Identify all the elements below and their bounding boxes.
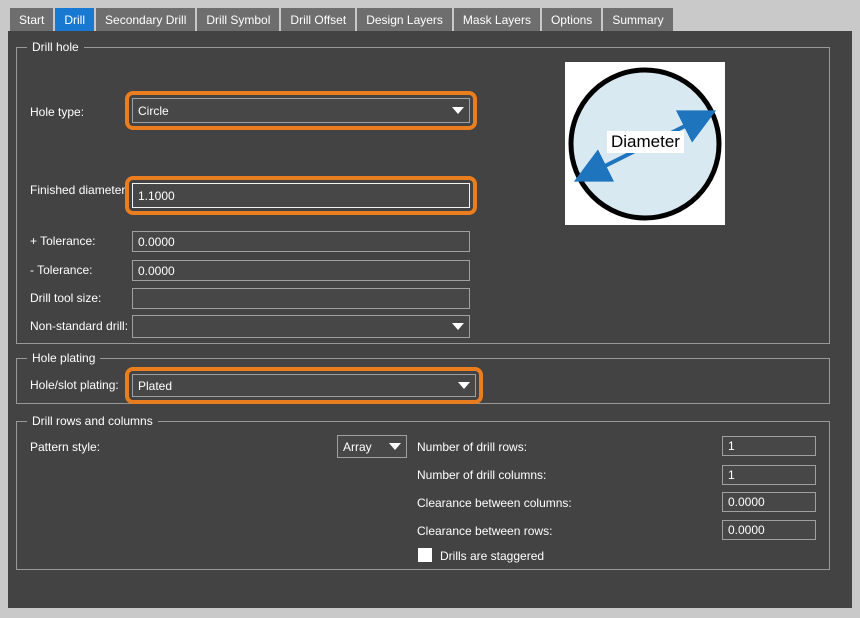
pattern-style-dropdown[interactable]: Array xyxy=(337,435,407,458)
tab-drill-symbol[interactable]: Drill Symbol xyxy=(197,8,279,31)
drills-staggered-label: Drills are staggered xyxy=(440,549,544,563)
clearance-between-columns-label: Clearance between columns: xyxy=(417,496,572,510)
tab-summary[interactable]: Summary xyxy=(603,8,672,31)
plus-tolerance-input[interactable] xyxy=(132,231,470,252)
tab-drill-offset[interactable]: Drill Offset xyxy=(281,8,355,31)
pattern-style-label: Pattern style: xyxy=(30,440,100,454)
clearance-between-rows-label: Clearance between rows: xyxy=(417,524,552,538)
hole-slot-plating-label: Hole/slot plating: xyxy=(30,378,119,392)
plus-tolerance-label: + Tolerance: xyxy=(30,234,96,248)
hole-slot-plating-highlight-ring: Plated xyxy=(125,367,483,404)
chevron-down-icon xyxy=(458,382,470,389)
drill-rows-columns-group-title: Drill rows and columns xyxy=(27,414,158,428)
tab-secondary-drill[interactable]: Secondary Drill xyxy=(96,8,195,31)
tab-start[interactable]: Start xyxy=(10,8,53,31)
number-of-drill-columns-input[interactable] xyxy=(722,465,816,485)
number-of-drill-columns-label: Number of drill columns: xyxy=(417,468,546,482)
tab-options[interactable]: Options xyxy=(542,8,601,31)
hole-type-dropdown[interactable]: Circle xyxy=(132,98,470,123)
number-of-drill-rows-label: Number of drill rows: xyxy=(417,440,527,454)
tab-design-layers[interactable]: Design Layers xyxy=(357,8,452,31)
minus-tolerance-label: - Tolerance: xyxy=(30,263,92,277)
number-of-drill-rows-input[interactable] xyxy=(722,436,816,456)
chevron-down-icon xyxy=(389,443,401,450)
chevron-down-icon xyxy=(452,107,464,114)
drill-tool-size-input[interactable] xyxy=(132,288,470,309)
drill-tab-panel: Drill hole Hole plating Drill rows and c… xyxy=(8,31,852,608)
non-standard-drill-dropdown[interactable] xyxy=(132,315,470,338)
finished-diameter-highlight-ring xyxy=(125,176,477,215)
clearance-between-columns-input[interactable] xyxy=(722,492,816,512)
finished-diameter-input[interactable] xyxy=(132,183,470,208)
minus-tolerance-input[interactable] xyxy=(132,260,470,281)
clearance-between-rows-input[interactable] xyxy=(722,520,816,540)
tab-bar: Start Drill Secondary Drill Drill Symbol… xyxy=(10,8,673,31)
hole-type-dropdown-value: Circle xyxy=(138,104,169,118)
tab-drill[interactable]: Drill xyxy=(55,8,94,31)
diameter-diagram: Diameter xyxy=(565,62,725,225)
hole-slot-plating-dropdown-value: Plated xyxy=(138,379,172,393)
drills-staggered-checkbox[interactable] xyxy=(418,548,432,562)
hole-type-highlight-ring: Circle xyxy=(125,91,477,130)
drill-tool-size-label: Drill tool size: xyxy=(30,291,101,305)
chevron-down-icon xyxy=(452,323,464,330)
drill-hole-group-title: Drill hole xyxy=(27,40,84,54)
hole-type-label: Hole type: xyxy=(30,105,84,119)
hole-slot-plating-dropdown[interactable]: Plated xyxy=(132,374,476,397)
non-standard-drill-label: Non-standard drill: xyxy=(30,319,128,333)
diameter-caption: Diameter xyxy=(607,131,684,153)
hole-plating-group-title: Hole plating xyxy=(27,351,100,365)
tab-mask-layers[interactable]: Mask Layers xyxy=(454,8,540,31)
pattern-style-dropdown-value: Array xyxy=(343,440,372,454)
finished-diameter-label: Finished diameter: xyxy=(30,183,129,197)
